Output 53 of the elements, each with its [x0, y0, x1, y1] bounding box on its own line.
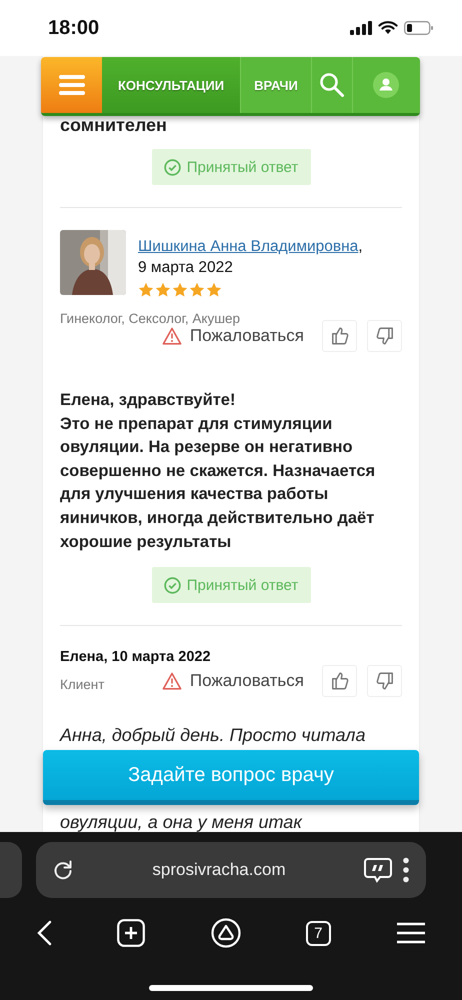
reload-icon	[52, 859, 74, 881]
address-bar[interactable]: sprosivracha.com	[36, 842, 426, 898]
thumbs-up-icon	[330, 326, 350, 346]
quote-icon	[364, 857, 392, 883]
comment-text: овуляции, а она у меня итак	[60, 811, 304, 834]
warning-icon	[162, 327, 182, 345]
star-icon	[155, 282, 171, 298]
tabs-button[interactable]: 7	[306, 920, 331, 946]
star-icon	[172, 282, 188, 298]
answer-text: сомнителен	[60, 114, 168, 136]
badge-label: Принятый ответ	[186, 158, 298, 176]
back-icon	[36, 920, 52, 946]
answer-text: Елена, здравствуйте! Это не препарат для стимуляции овуляции. На резерве он негативно совершенно не скажется. Назначается для улучшения качества работы яиничков, иногда действительно даёт хорошие результаты	[60, 390, 376, 553]
menu-icon	[396, 922, 426, 944]
url-text: sprosivracha.com	[151, 860, 287, 880]
signal-icon	[350, 21, 372, 35]
complain-button[interactable]: Пожаловаться	[162, 671, 304, 692]
thumbs-up-icon	[330, 671, 350, 692]
like-button[interactable]	[322, 320, 357, 352]
search-icon	[318, 72, 345, 98]
check-icon	[164, 576, 181, 594]
comment-text: Анна, добрый день. Просто читала	[60, 724, 366, 748]
star-icon	[138, 282, 154, 298]
back-button[interactable]	[36, 920, 52, 946]
menu-button[interactable]	[396, 922, 426, 944]
plus-icon	[117, 919, 146, 947]
thumbs-down-icon	[374, 326, 394, 346]
menu-icon	[58, 75, 84, 95]
star-icon	[206, 282, 222, 298]
doctor-specialties: Гинеколог, Сексолог, Акушер	[60, 311, 242, 326]
author-role: Клиент	[60, 676, 104, 692]
clock: 18:00	[48, 16, 100, 40]
star-icon	[189, 282, 205, 298]
new-tab-button[interactable]	[117, 919, 146, 947]
assistant-button[interactable]	[210, 918, 240, 948]
user-icon	[373, 72, 400, 98]
more-icon	[402, 857, 410, 883]
badge-label: Принятый ответ	[186, 576, 298, 594]
search-button[interactable]	[312, 57, 353, 113]
doctor-name-link[interactable]: Шишкина Анна Владимировна	[138, 238, 358, 255]
dislike-button[interactable]	[367, 665, 402, 698]
comment-author: Елена, 10 марта 2022	[60, 649, 212, 666]
wifi-icon	[378, 21, 398, 35]
dislike-button[interactable]	[367, 320, 402, 352]
battery-icon	[404, 21, 434, 35]
author-line: Шишкина Анна Владимировна, 9 марта 2022	[138, 237, 363, 278]
warning-icon	[162, 672, 182, 690]
triangle-circle-icon	[210, 918, 240, 948]
complain-button[interactable]: Пожаловаться	[162, 326, 304, 346]
like-button[interactable]	[322, 665, 357, 698]
profile-button[interactable]	[352, 57, 420, 113]
check-icon	[164, 158, 181, 176]
thumbs-down-icon	[374, 671, 394, 692]
